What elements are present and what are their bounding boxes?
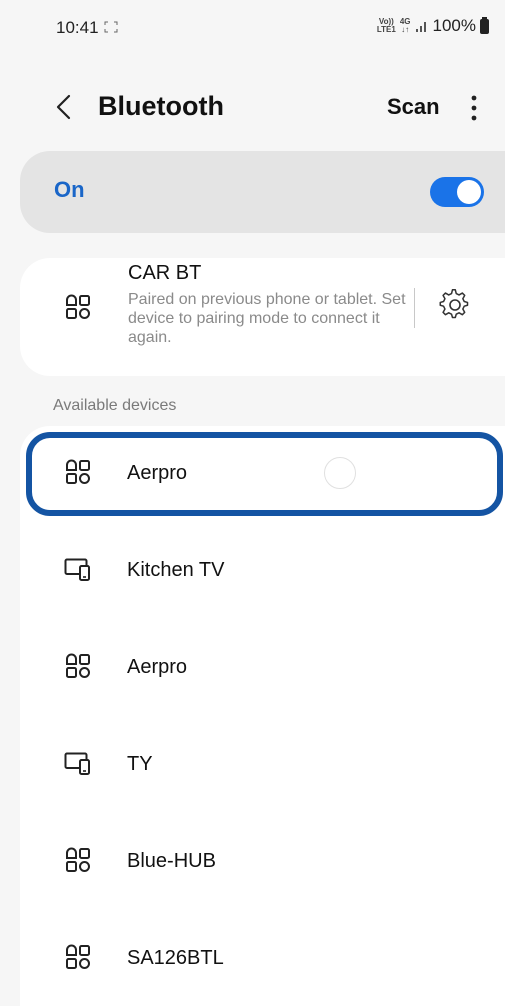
device-name: Aerpro [127, 656, 188, 678]
device-grid-icon [66, 459, 90, 484]
scan-button[interactable]: Scan [387, 94, 440, 120]
app-header: Bluetooth Scan [0, 80, 505, 136]
back-arrow-icon[interactable] [52, 92, 76, 122]
screenshot-indicator-icon [104, 21, 118, 33]
list-item-ty[interactable]: TY [20, 717, 505, 811]
device-name: TY [127, 753, 153, 775]
toggle-knob [457, 180, 481, 204]
status-bar: 10:41 Vo)) LTE1 4G ↓↑ 100% [0, 0, 505, 60]
device-name: Kitchen TV [127, 559, 225, 581]
bluetooth-toggle-switch[interactable] [430, 177, 484, 207]
list-item-aerpro[interactable]: Aerpro [20, 620, 505, 714]
status-icons: Vo)) LTE1 4G ↓↑ 100% [377, 16, 489, 36]
available-devices-heading: Available devices [53, 397, 177, 414]
list-item-aerpro[interactable]: Aerpro [20, 426, 505, 520]
device-grid-icon [66, 847, 90, 872]
gear-icon[interactable] [438, 288, 472, 322]
network-indicator: 4G ↓↑ [399, 17, 411, 34]
signal-icon [415, 22, 426, 32]
status-time: 10:41 [56, 18, 99, 37]
loading-spinner-icon [324, 457, 356, 489]
device-name: Blue-HUB [127, 850, 216, 872]
volte-indicator: Vo)) LTE1 [376, 17, 396, 34]
divider [414, 288, 415, 328]
paired-device-name: CAR BT [128, 262, 202, 284]
device-name: SA126BTL [127, 947, 224, 969]
tv-phone-icon [64, 558, 90, 581]
bluetooth-toggle-row[interactable]: On [20, 151, 505, 233]
list-item-kitchen-tv[interactable]: Kitchen TV [20, 523, 505, 617]
paired-device-description: Paired on previous phone or tablet. Set … [128, 291, 406, 346]
list-item-blue-hub[interactable]: Blue-HUB [20, 814, 505, 908]
list-item-sa126btl[interactable]: SA126BTL [20, 911, 505, 1005]
paired-device-card[interactable]: CAR BT Paired on previous phone or table… [20, 258, 505, 376]
page-title: Bluetooth [98, 91, 224, 121]
device-grid-icon [66, 653, 90, 678]
available-devices-list: Aerpro Kitchen TV Aerpro TY Blue-HUB SA1… [20, 426, 505, 1006]
battery-icon [480, 16, 489, 34]
device-name: Aerpro [127, 462, 188, 484]
more-options-icon[interactable] [464, 94, 484, 122]
tv-phone-icon [64, 752, 90, 775]
device-grid-icon [66, 944, 90, 969]
toggle-label: On [54, 177, 85, 202]
focus-ring [26, 432, 503, 516]
battery-percent: 100% [432, 16, 476, 35]
device-grid-icon [66, 294, 90, 319]
